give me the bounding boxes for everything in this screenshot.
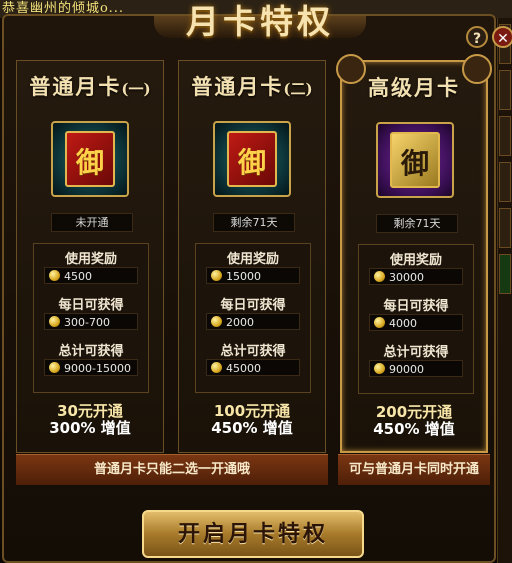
daily-number: 300-700: [64, 316, 110, 329]
daily-label: 每日可获得: [220, 298, 286, 313]
side-slot[interactable]: [499, 70, 511, 110]
daily-label: 每日可获得: [58, 298, 124, 313]
total-label: 总计可获得: [220, 344, 286, 359]
total-label: 总计可获得: [58, 344, 124, 359]
reward-number: 15000: [226, 270, 261, 283]
card-title: 普通月卡(一): [17, 71, 163, 101]
coin-icon: [374, 363, 385, 374]
card-title-suffix: (一): [121, 80, 151, 98]
reward-label: 使用奖励: [64, 252, 117, 267]
stats-panel: 使用奖励 30000 每日可获得 4000 总计可获得 90000: [358, 244, 474, 394]
total-number: 90000: [389, 363, 424, 376]
gold-card-icon[interactable]: 御: [376, 122, 454, 198]
card-premium: 高级月卡 御 剩余71天 使用奖励 30000 每日可获得 4000 总计可获得…: [336, 54, 492, 453]
card-book-icon: 御: [227, 131, 277, 187]
price-label: 200元开通: [375, 403, 453, 421]
window-title: 月卡特权: [186, 2, 334, 41]
total-number: 9000-15000: [64, 362, 131, 375]
bonus-label: 450% 增值: [373, 420, 455, 438]
coin-icon: [211, 316, 222, 327]
card-book-icon: 御: [390, 132, 440, 188]
card-glyph: 御: [237, 146, 266, 179]
game-scene: 恭喜幽州的倾城o... 月卡特权 ? ✕ 普通月卡(一) 御 未开通 使用奖励 …: [0, 0, 512, 563]
card-normal-2: 普通月卡(二) 御 剩余71天 使用奖励 15000 每日可获得 2000 总计…: [178, 60, 326, 453]
coin-icon: [49, 270, 60, 281]
daily-value: 2000: [206, 313, 300, 330]
daily-value: 4000: [369, 314, 463, 331]
reward-number: 30000: [389, 271, 424, 284]
coin-icon: [49, 316, 60, 327]
card-title: 普通月卡(二): [179, 71, 325, 101]
card-title-text: 普通月卡: [29, 74, 122, 99]
reward-label: 使用奖励: [226, 252, 279, 267]
side-toolbar: [497, 18, 512, 563]
coin-icon: [374, 271, 385, 282]
red-card-icon[interactable]: 御: [213, 121, 291, 197]
price-label: 100元开通: [213, 402, 291, 420]
card-book-icon: 御: [65, 131, 115, 187]
card-title: 高级月卡: [342, 72, 486, 102]
total-number: 45000: [226, 362, 261, 375]
card-glyph: 御: [75, 146, 104, 179]
daily-label: 每日可获得: [383, 299, 449, 314]
daily-number: 4000: [389, 317, 417, 330]
status-label: 未开通: [51, 213, 133, 232]
coin-icon: [211, 270, 222, 281]
side-slot[interactable]: [499, 162, 511, 202]
stats-panel: 使用奖励 4500 每日可获得 300-700 总计可获得 9000-15000: [33, 243, 149, 393]
card-glyph: 御: [400, 147, 429, 180]
bonus-label: 450% 增值: [211, 419, 293, 437]
bonus-label: 300% 增值: [49, 419, 131, 437]
monthly-card-window: 月卡特权 ? ✕ 普通月卡(一) 御 未开通 使用奖励 4500 每日可获得 3…: [2, 2, 512, 563]
stats-panel: 使用奖励 15000 每日可获得 2000 总计可获得 45000: [195, 243, 311, 393]
total-label: 总计可获得: [383, 345, 449, 360]
status-label: 剩余71天: [376, 214, 458, 233]
coin-icon: [374, 317, 385, 328]
card-title-text: 高级月卡: [368, 75, 460, 100]
side-slot[interactable]: [499, 208, 511, 248]
total-value: 9000-15000: [44, 359, 138, 376]
reward-value: 4500: [44, 267, 138, 284]
card-normal-1: 普通月卡(一) 御 未开通 使用奖励 4500 每日可获得 300-700 总计…: [16, 60, 164, 453]
card-title-text: 普通月卡: [191, 74, 284, 99]
total-value: 90000: [369, 360, 463, 377]
red-card-icon[interactable]: 御: [51, 121, 129, 197]
daily-number: 2000: [226, 316, 254, 329]
activate-monthly-card-button[interactable]: 开启月卡特权: [142, 510, 364, 558]
reward-number: 4500: [64, 270, 92, 283]
side-slot[interactable]: [499, 254, 511, 294]
coin-icon: [211, 362, 222, 373]
price-label: 30元开通: [57, 402, 123, 420]
close-button[interactable]: ✕: [492, 26, 512, 48]
coin-icon: [49, 362, 60, 373]
premium-card-notice: 可与普通月卡同时开通: [338, 454, 490, 485]
daily-value: 300-700: [44, 313, 138, 330]
status-label: 剩余71天: [213, 213, 295, 232]
card-title-suffix: (二): [283, 80, 313, 98]
reward-value: 15000: [206, 267, 300, 284]
reward-value: 30000: [369, 268, 463, 285]
total-value: 45000: [206, 359, 300, 376]
reward-label: 使用奖励: [389, 253, 442, 268]
help-button[interactable]: ?: [466, 26, 488, 48]
side-slot[interactable]: [499, 116, 511, 156]
normal-card-notice: 普通月卡只能二选一开通哦: [16, 454, 328, 485]
